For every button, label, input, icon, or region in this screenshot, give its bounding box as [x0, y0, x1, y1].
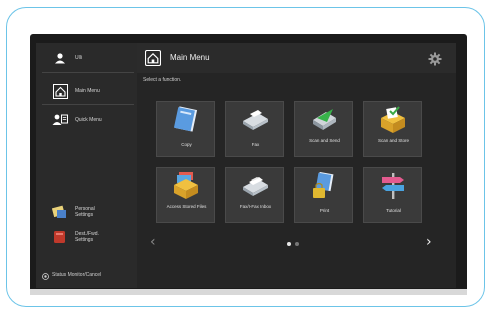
tile-access-stored-files[interactable]: Access Stored Files: [156, 167, 215, 223]
tile-copy[interactable]: Copy: [156, 101, 215, 157]
instruction-text: Select a function.: [143, 77, 182, 83]
page-dot: [295, 242, 299, 246]
copy-icon: [171, 106, 201, 134]
access-files-icon: [171, 172, 201, 200]
fax-inbox-icon: [240, 172, 270, 200]
header-bar: Main Menu: [137, 43, 456, 73]
fax-icon: [240, 106, 270, 134]
tile-label: Scan and Store: [377, 138, 410, 143]
divider: [42, 72, 134, 73]
page-dot-active: [287, 242, 291, 246]
scan-send-icon: [309, 106, 339, 134]
tile-label: Tutorial: [386, 208, 401, 213]
gear-icon[interactable]: [428, 51, 442, 66]
dest-fwd-settings-icon: [52, 229, 68, 245]
previous-page-button[interactable]: ‹: [150, 234, 156, 250]
status-monitor-button[interactable]: Status Monitor/Cancel: [42, 265, 101, 284]
device-base: [30, 289, 467, 295]
sidebar-item-label: Personal Settings: [75, 206, 95, 218]
sidebar-item-quick-menu[interactable]: Quick Menu: [40, 109, 136, 131]
personal-settings-icon: [52, 204, 68, 220]
sidebar-item-label: Main Menu: [75, 88, 100, 94]
tile-label: Print: [319, 208, 330, 213]
divider: [42, 104, 134, 105]
status-monitor-icon: [42, 265, 49, 284]
status-monitor-label: Status Monitor/Cancel: [52, 271, 102, 278]
sidebar-item-main-menu[interactable]: Main Menu: [40, 80, 136, 102]
user-icon: [52, 50, 68, 66]
tile-print[interactable]: Print: [294, 167, 353, 223]
tile-tutorial[interactable]: Tutorial: [363, 167, 422, 223]
main-menu-home-icon[interactable]: [144, 49, 162, 67]
tile-scan-and-send[interactable]: Scan and Send: [294, 101, 353, 157]
tile-label: Scan and Send: [309, 138, 340, 143]
sidebar-item-label: Quick Menu: [75, 117, 102, 123]
quick-menu-icon: [52, 112, 68, 128]
tile-label: Fax: [251, 142, 260, 147]
user-label: Ulli: [75, 55, 82, 61]
tile-scan-and-store[interactable]: Scan and Store: [363, 101, 422, 157]
scan-store-icon: [378, 106, 408, 134]
page-indicator: [287, 242, 299, 246]
tutorial-icon: [378, 172, 408, 200]
sidebar-item-personal-settings[interactable]: Personal Settings: [40, 201, 136, 223]
tile-label: Fax/I-Fax Inbox: [239, 204, 272, 209]
sidebar-item-dest-fwd-settings[interactable]: Dest./Fwd. Settings: [40, 226, 136, 248]
user-item[interactable]: Ulli: [40, 47, 136, 69]
tile-label: Access Stored Files: [166, 204, 207, 209]
page-title: Main Menu: [170, 53, 210, 62]
next-page-button[interactable]: ›: [426, 234, 432, 250]
tile-fax-inbox[interactable]: Fax/I-Fax Inbox: [225, 167, 284, 223]
tile-label: Copy: [181, 142, 192, 147]
print-icon: [309, 171, 339, 200]
touch-screen: Ulli Main Menu Quick Menu Personal Setti…: [36, 43, 456, 288]
sidebar: Ulli Main Menu Quick Menu Personal Setti…: [36, 43, 137, 288]
home-icon: [52, 83, 68, 99]
sidebar-item-label: Dest./Fwd. Settings: [75, 231, 99, 243]
tile-fax[interactable]: Fax: [225, 101, 284, 157]
